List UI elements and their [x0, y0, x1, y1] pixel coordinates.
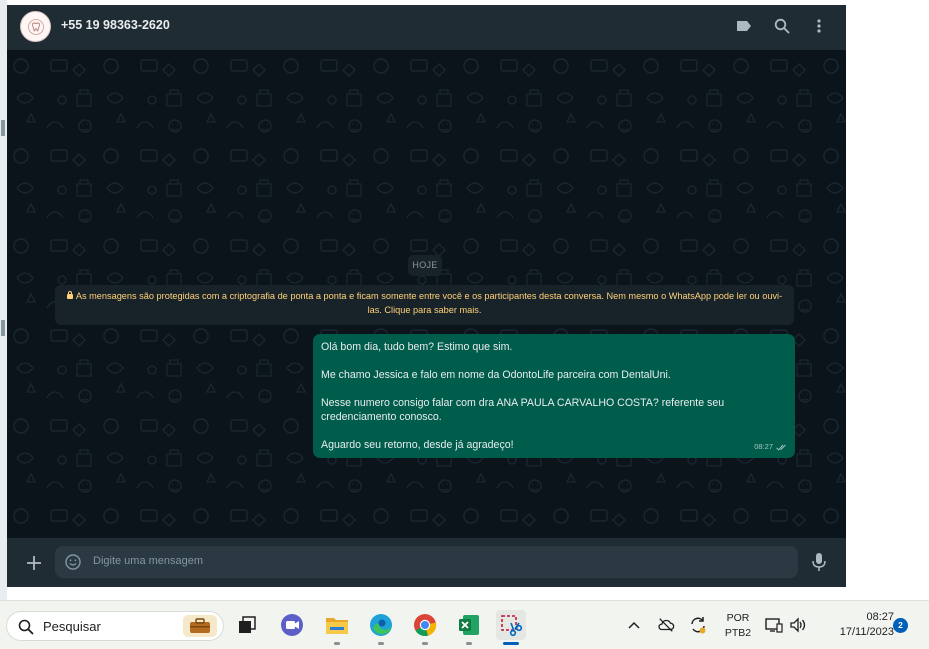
tooth-logo-icon	[27, 18, 44, 35]
message-meta: 08:27	[754, 440, 788, 454]
window-edge-marker	[1, 320, 5, 336]
cloud-offline-icon[interactable]	[657, 616, 675, 634]
search-icon[interactable]	[773, 17, 791, 35]
attach-plus-icon[interactable]	[25, 554, 43, 572]
message-line: Aguardo seu retorno, desde já agradeço!	[321, 439, 514, 451]
chrome-browser-icon[interactable]	[410, 610, 440, 640]
chat-header: +55 19 98363-2620	[7, 5, 846, 50]
message-input[interactable]: Digite uma mensagem	[55, 546, 798, 578]
search-icon	[18, 619, 34, 635]
date-divider: HOJE	[408, 255, 442, 276]
language-code: POR	[726, 612, 750, 624]
window-edge-marker	[1, 120, 5, 136]
active-app-indicator	[503, 642, 519, 645]
edge-browser-icon[interactable]	[366, 610, 396, 640]
speaker-icon[interactable]	[789, 616, 807, 634]
chevron-up-icon[interactable]	[625, 616, 643, 634]
clock-time: 08:27	[866, 611, 894, 623]
windows-taskbar: Pesquisar POR PTB2 08:27 17/11/2023 2	[0, 600, 929, 649]
running-indicator	[378, 642, 384, 645]
outgoing-message-bubble[interactable]: Olá bom dia, tudo bem? Estimo que sim. M…	[313, 334, 795, 458]
network-display-icon[interactable]	[765, 616, 783, 634]
encryption-notice-text: As mensagens são protegidas com a cripto…	[75, 291, 783, 315]
message-line: Me chamo Jessica e falo em nome da Odont…	[321, 369, 671, 381]
lock-icon	[66, 291, 73, 299]
running-indicator	[422, 642, 428, 645]
message-time: 08:27	[754, 442, 773, 451]
contact-name[interactable]: +55 19 98363-2620	[61, 18, 170, 32]
desktop-left-edge	[0, 0, 7, 600]
briefcase-icon[interactable]	[183, 615, 217, 637]
menu-dots-icon[interactable]	[810, 17, 828, 35]
task-view-icon[interactable]	[232, 610, 262, 640]
encryption-notice[interactable]: As mensagens são protegidas com a cripto…	[55, 285, 794, 325]
clock-date: 17/11/2023	[839, 626, 894, 638]
taskbar-search-placeholder: Pesquisar	[43, 619, 101, 634]
desktop-background	[846, 0, 929, 600]
teams-meet-icon[interactable]	[277, 610, 307, 640]
message-composer: Digite uma mensagem	[7, 538, 846, 587]
running-indicator	[466, 642, 472, 645]
message-line: Nesse numero consigo falar com dra ANA P…	[321, 397, 725, 423]
file-explorer-icon[interactable]	[322, 610, 352, 640]
taskbar-search[interactable]: Pesquisar	[6, 611, 224, 641]
contact-avatar[interactable]	[20, 11, 51, 42]
snipping-tool-icon[interactable]	[496, 610, 526, 640]
sync-icon[interactable]	[689, 616, 707, 634]
running-indicator	[334, 642, 340, 645]
label-icon[interactable]	[735, 17, 753, 35]
chat-area[interactable]: HOJE As mensagens são protegidas com a c…	[7, 50, 846, 538]
input-language-indicator[interactable]: POR PTB2	[718, 611, 758, 641]
notification-badge[interactable]: 2	[893, 618, 908, 633]
microphone-icon[interactable]	[810, 552, 828, 572]
system-clock[interactable]: 08:27 17/11/2023	[816, 610, 894, 640]
emoji-icon[interactable]	[65, 554, 81, 570]
message-input-placeholder: Digite uma mensagem	[93, 555, 204, 567]
keyboard-layout: PTB2	[724, 627, 752, 639]
message-line: Olá bom dia, tudo bem? Estimo que sim.	[321, 341, 513, 353]
excel-icon[interactable]	[454, 610, 484, 640]
whatsapp-window: +55 19 98363-2620 HOJE As mensagens são …	[7, 5, 846, 587]
double-check-icon	[776, 444, 786, 451]
